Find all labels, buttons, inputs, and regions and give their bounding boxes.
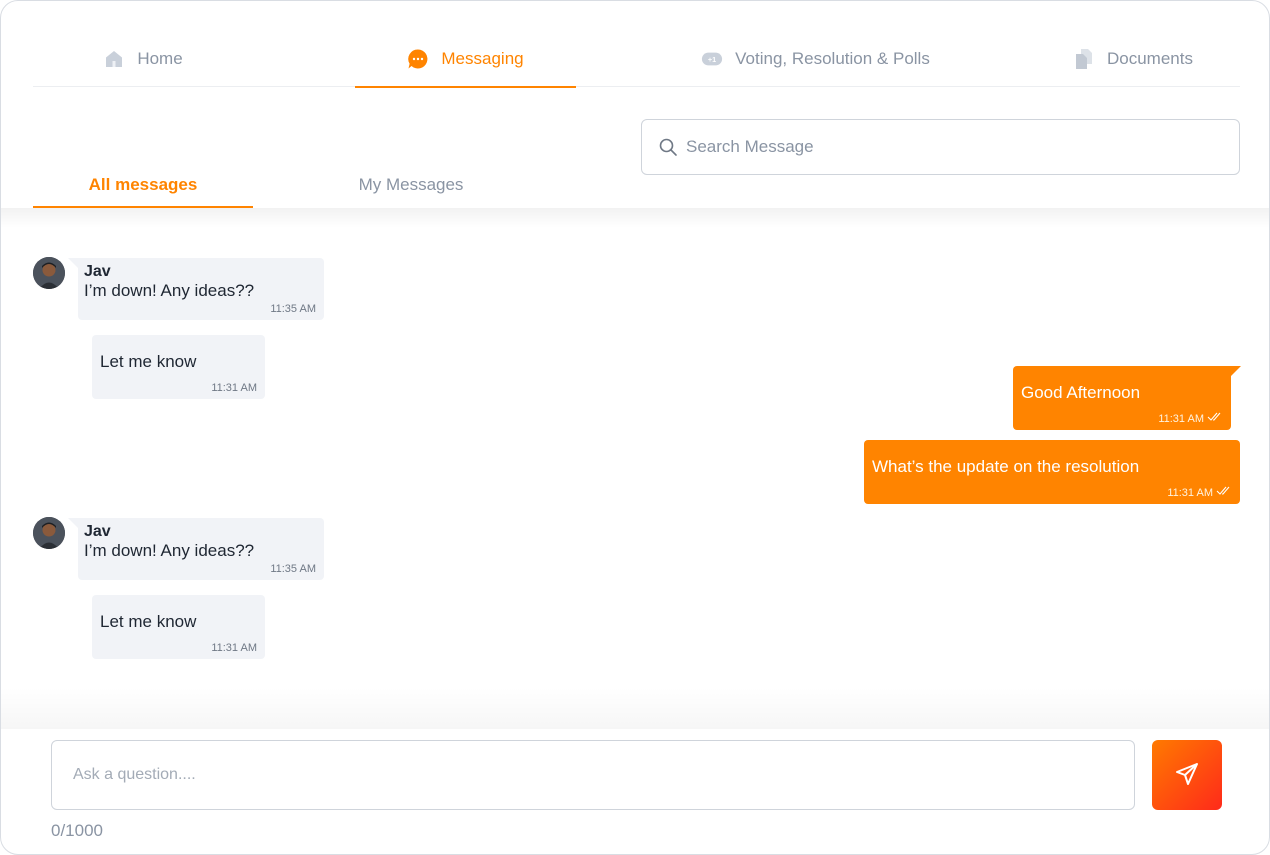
avatar — [33, 517, 65, 549]
message-text: What’s the update on the resolution — [872, 457, 1140, 476]
tab-voting-label: Voting, Resolution & Polls — [735, 49, 930, 68]
tab-home[interactable]: Home — [33, 31, 253, 87]
double-check-icon — [1216, 486, 1232, 499]
tab-documents[interactable]: Documents — [1043, 31, 1223, 87]
tab-messaging[interactable]: Messaging — [355, 31, 576, 88]
search-icon — [658, 137, 678, 157]
message-filter-tabs: All messages My Messages — [33, 161, 533, 209]
tab-home-label: Home — [137, 49, 183, 68]
message-text: Good Afternoon — [1021, 383, 1141, 402]
message-time: 11:35 AM — [270, 303, 316, 315]
character-counter: 0/1000 — [51, 821, 103, 840]
chat-bubble-icon — [407, 48, 429, 70]
message-time: 11:31 AM — [1158, 412, 1204, 425]
message-status: 11:31 AM — [1167, 486, 1232, 499]
message-time: 11:31 AM — [211, 642, 257, 654]
composer-divider — [1, 687, 1269, 729]
messaging-window: Home Messaging +1 Voting, Resolution & P… — [0, 0, 1270, 855]
documents-icon — [1073, 48, 1095, 70]
svg-text:+1: +1 — [708, 55, 716, 64]
tab-voting[interactable]: +1 Voting, Resolution & Polls — [658, 31, 973, 87]
home-icon — [103, 48, 125, 70]
header-divider — [1, 208, 1269, 228]
message-text: I’m down! Any ideas?? — [84, 541, 255, 560]
send-icon — [1174, 761, 1200, 790]
sender-name: Jav — [84, 523, 111, 540]
message-bubble-incoming[interactable]: Let me know 11:31 AM — [92, 335, 265, 399]
search-input[interactable] — [686, 137, 1206, 157]
avatar — [33, 257, 65, 289]
message-bubble-incoming[interactable]: Jav I’m down! Any ideas?? 11:35 AM — [68, 518, 324, 580]
message-text: Let me know — [100, 612, 197, 631]
message-text: I’m down! Any ideas?? — [84, 281, 255, 300]
search-box[interactable] — [641, 119, 1240, 175]
top-navigation: Home Messaging +1 Voting, Resolution & P… — [33, 31, 1240, 88]
sender-name: Jav — [84, 263, 111, 280]
message-bubble-incoming[interactable]: Let me know 11:31 AM — [92, 595, 265, 659]
vote-plus-one-icon: +1 — [701, 48, 723, 70]
message-text: Let me know — [100, 352, 197, 371]
tab-messaging-label: Messaging — [441, 49, 524, 68]
message-composer[interactable] — [51, 740, 1135, 810]
double-check-icon — [1207, 412, 1223, 425]
message-bubble-outgoing[interactable]: Good Afternoon 11:31 AM — [1013, 366, 1241, 430]
tab-all-messages[interactable]: All messages — [33, 161, 253, 208]
message-time: 11:31 AM — [1167, 486, 1213, 499]
message-status: 11:31 AM — [1158, 412, 1223, 425]
message-bubble-outgoing[interactable]: What’s the update on the resolution 11:3… — [864, 440, 1240, 504]
message-time: 11:35 AM — [270, 563, 316, 575]
message-bubble-incoming[interactable]: Jav I’m down! Any ideas?? 11:35 AM — [68, 258, 324, 320]
send-button[interactable] — [1152, 740, 1222, 810]
tab-my-messages[interactable]: My Messages — [301, 161, 521, 208]
question-input[interactable] — [73, 766, 1113, 784]
tab-documents-label: Documents — [1107, 49, 1193, 68]
message-time: 11:31 AM — [211, 382, 257, 394]
